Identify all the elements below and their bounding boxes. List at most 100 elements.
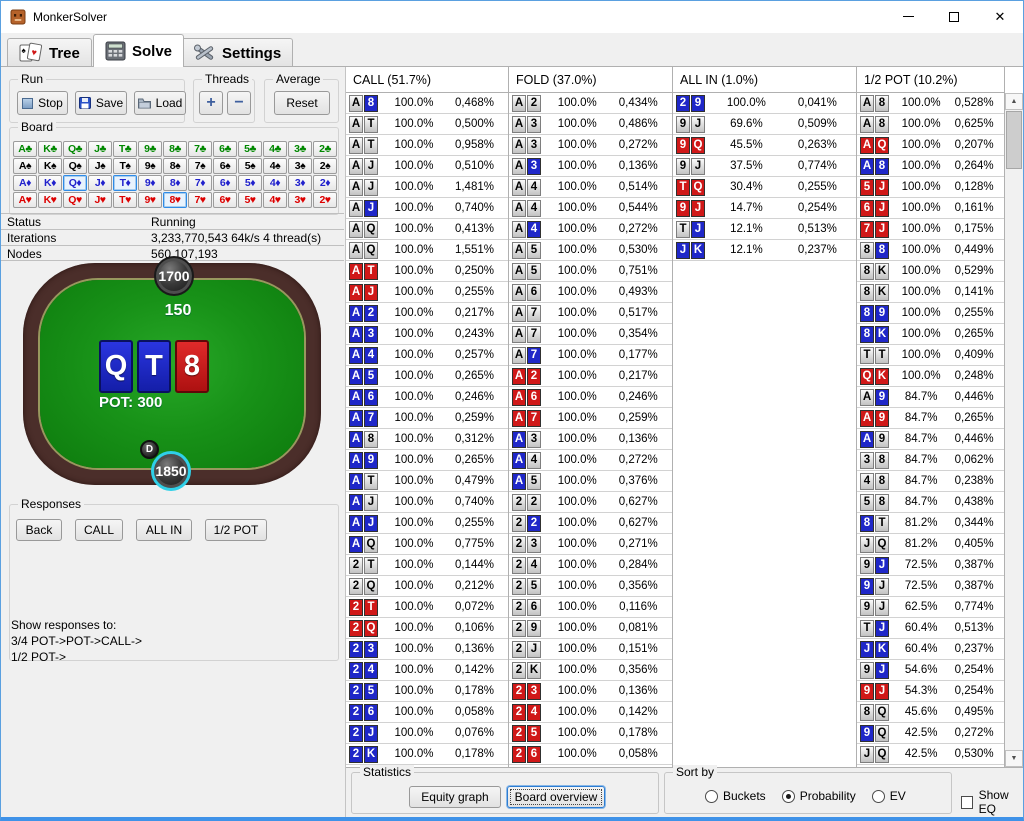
hand-row[interactable]: A4100.0%0,272% <box>509 219 672 240</box>
hand-row[interactable]: AJ100.0%0,740% <box>346 198 508 219</box>
hand-row[interactable]: 26100.0%0,058% <box>346 702 508 723</box>
board-card-5c[interactable]: 5♣ <box>238 141 262 157</box>
hand-row[interactable]: 26100.0%0,058% <box>509 744 672 765</box>
board-card-8c[interactable]: 8♣ <box>163 141 187 157</box>
hand-row[interactable]: TQ30.4%0,255% <box>673 177 856 198</box>
board-card-6d[interactable]: 6♦ <box>213 175 237 191</box>
hand-row[interactable]: 2J100.0%0,151% <box>509 639 672 660</box>
hand-row[interactable]: 9J54.3%0,254% <box>857 681 1004 702</box>
hand-row[interactable]: TT100.0%0,409% <box>857 345 1004 366</box>
board-card-Jc[interactable]: J♣ <box>88 141 112 157</box>
reset-button[interactable]: Reset <box>274 91 330 115</box>
hand-row[interactable]: 23100.0%0,271% <box>509 534 672 555</box>
hand-row[interactable]: AQ100.0%1,551% <box>346 240 508 261</box>
board-overview-button[interactable]: Board overview <box>507 786 605 808</box>
scroll-up-button[interactable]: ▲ <box>1005 93 1023 110</box>
radio-probability[interactable] <box>782 790 795 803</box>
board-card-3c[interactable]: 3♣ <box>288 141 312 157</box>
hand-row[interactable]: 2T100.0%0,072% <box>346 597 508 618</box>
board-card-5h[interactable]: 5♥ <box>238 192 262 208</box>
hand-row[interactable]: 25100.0%0,178% <box>346 681 508 702</box>
hand-row[interactable]: A5100.0%0,265% <box>346 366 508 387</box>
hand-row[interactable]: A2100.0%0,217% <box>346 303 508 324</box>
hand-row[interactable]: AJ100.0%1,481% <box>346 177 508 198</box>
hand-row[interactable]: A5100.0%0,751% <box>509 261 672 282</box>
hand-row[interactable]: A7100.0%0,177% <box>509 345 672 366</box>
save-button[interactable]: Save <box>75 91 127 115</box>
show-eq-checkbox[interactable] <box>961 796 973 809</box>
hand-row[interactable]: A8100.0%0,264% <box>857 156 1004 177</box>
scroll-down-button[interactable]: ▼ <box>1005 750 1023 767</box>
board-card-5s[interactable]: 5♠ <box>238 158 262 174</box>
board-card-5d[interactable]: 5♦ <box>238 175 262 191</box>
hand-row[interactable]: 22100.0%0,627% <box>509 513 672 534</box>
board-card-Jh[interactable]: J♥ <box>88 192 112 208</box>
hand-row[interactable]: A7100.0%0,517% <box>509 303 672 324</box>
hand-row[interactable]: A7100.0%0,354% <box>509 324 672 345</box>
hand-row[interactable]: A3100.0%0,136% <box>509 156 672 177</box>
board-card-7d[interactable]: 7♦ <box>188 175 212 191</box>
hand-row[interactable]: 9J62.5%0,774% <box>857 597 1004 618</box>
board-card-Qs[interactable]: Q♠ <box>63 158 87 174</box>
hand-row[interactable]: 22100.0%0,627% <box>509 492 672 513</box>
hand-row[interactable]: A4100.0%0,544% <box>509 198 672 219</box>
hand-row[interactable]: 9J69.6%0,509% <box>673 114 856 135</box>
board-card-Jd[interactable]: J♦ <box>88 175 112 191</box>
board-card-9s[interactable]: 9♠ <box>138 158 162 174</box>
hand-row[interactable]: 89100.0%0,255% <box>857 303 1004 324</box>
board-card-Qh[interactable]: Q♥ <box>63 192 87 208</box>
board-card-9h[interactable]: 9♥ <box>138 192 162 208</box>
back-button[interactable]: Back <box>16 519 62 541</box>
hand-row[interactable]: AT100.0%0,958% <box>346 135 508 156</box>
hand-row[interactable]: 9J14.7%0,254% <box>673 198 856 219</box>
hand-row[interactable]: 8K100.0%0,265% <box>857 324 1004 345</box>
sort-option-ev[interactable]: EV <box>872 789 906 803</box>
board-card-Th[interactable]: T♥ <box>113 192 137 208</box>
board-card-Ah[interactable]: A♥ <box>13 192 37 208</box>
sort-option-buckets[interactable]: Buckets <box>705 789 766 803</box>
hand-row[interactable]: AT100.0%0,500% <box>346 114 508 135</box>
hand-row[interactable]: A7100.0%0,259% <box>509 408 672 429</box>
hand-row[interactable]: AJ100.0%0,255% <box>346 282 508 303</box>
tab-settings[interactable]: Settings <box>181 38 293 67</box>
hand-row[interactable]: AJ100.0%0,740% <box>346 492 508 513</box>
hand-row[interactable]: 8Q45.6%0,495% <box>857 702 1004 723</box>
hand-row[interactable]: AT100.0%0,250% <box>346 261 508 282</box>
board-card-8s[interactable]: 8♠ <box>163 158 187 174</box>
board-card-Kh[interactable]: K♥ <box>38 192 62 208</box>
hand-row[interactable]: AJ100.0%0,255% <box>346 513 508 534</box>
radio-buckets[interactable] <box>705 790 718 803</box>
hand-row[interactable]: 9J54.6%0,254% <box>857 660 1004 681</box>
hand-row[interactable]: AT100.0%0,479% <box>346 471 508 492</box>
hand-row[interactable]: QK100.0%0,248% <box>857 366 1004 387</box>
tab-solve[interactable]: Solve <box>93 34 184 67</box>
board-card-4s[interactable]: 4♠ <box>263 158 287 174</box>
hand-row[interactable]: 2K100.0%0,178% <box>346 744 508 765</box>
halfpot-response-button[interactable]: 1/2 POT <box>205 519 267 541</box>
hand-row[interactable]: A7100.0%0,259% <box>346 408 508 429</box>
allin-response-button[interactable]: ALL IN <box>136 519 192 541</box>
board-card-2c[interactable]: 2♣ <box>313 141 337 157</box>
hand-row[interactable]: 2J100.0%0,076% <box>346 723 508 744</box>
hand-row[interactable]: A8100.0%0,528% <box>857 93 1004 114</box>
hand-row[interactable]: A5100.0%0,530% <box>509 240 672 261</box>
stop-button[interactable]: Stop <box>17 91 68 115</box>
hand-row[interactable]: 88100.0%0,449% <box>857 240 1004 261</box>
board-card-4c[interactable]: 4♣ <box>263 141 287 157</box>
hand-row[interactable]: 7J100.0%0,175% <box>857 219 1004 240</box>
hand-row[interactable]: A6100.0%0,493% <box>509 282 672 303</box>
hand-row[interactable]: TJ12.1%0,513% <box>673 219 856 240</box>
hand-row[interactable]: 9Q45.5%0,263% <box>673 135 856 156</box>
hand-row[interactable]: 2K100.0%0,356% <box>509 660 672 681</box>
board-card-7s[interactable]: 7♠ <box>188 158 212 174</box>
hand-row[interactable]: A3100.0%0,136% <box>509 429 672 450</box>
board-card-As[interactable]: A♠ <box>13 158 37 174</box>
board-card-2s[interactable]: 2♠ <box>313 158 337 174</box>
tab-tree[interactable]: ♠ ♥ Tree <box>7 38 92 67</box>
board-card-3d[interactable]: 3♦ <box>288 175 312 191</box>
maximize-button[interactable] <box>931 1 977 32</box>
threads-plus-button[interactable]: + <box>199 91 223 115</box>
hand-row[interactable]: A4100.0%0,257% <box>346 345 508 366</box>
board-card-8d[interactable]: 8♦ <box>163 175 187 191</box>
radio-ev[interactable] <box>872 790 885 803</box>
